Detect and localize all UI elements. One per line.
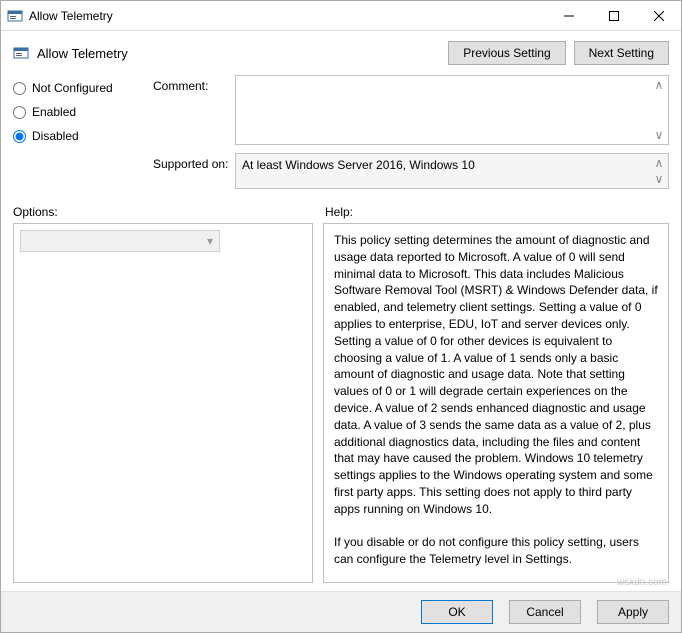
titlebar: Allow Telemetry bbox=[1, 1, 681, 31]
window-title: Allow Telemetry bbox=[29, 9, 546, 23]
app-icon bbox=[7, 8, 23, 24]
help-text: This policy setting determines the amoun… bbox=[334, 232, 658, 568]
state-radios: Not Configured Enabled Disabled bbox=[13, 75, 153, 197]
comment-textarea[interactable]: ∧∨ bbox=[235, 75, 669, 145]
radio-disabled-label: Disabled bbox=[32, 129, 79, 143]
fields: Comment: ∧∨ Supported on: At least Windo… bbox=[153, 75, 669, 197]
minimize-button[interactable] bbox=[546, 1, 591, 30]
apply-button[interactable]: Apply bbox=[597, 600, 669, 624]
watermark: wsxdn.com bbox=[617, 577, 667, 588]
supported-on-box: At least Windows Server 2016, Windows 10… bbox=[235, 153, 669, 189]
ok-button[interactable]: OK bbox=[421, 600, 493, 624]
options-panel: ▾ bbox=[13, 223, 313, 583]
help-label: Help: bbox=[313, 205, 669, 219]
policy-title: Allow Telemetry bbox=[37, 46, 440, 61]
options-label: Options: bbox=[13, 205, 313, 219]
scroll-icon: ∧∨ bbox=[652, 156, 666, 186]
options-dropdown[interactable]: ▾ bbox=[20, 230, 220, 252]
maximize-button[interactable] bbox=[591, 1, 636, 30]
policy-icon bbox=[13, 45, 29, 61]
radio-not-configured-input[interactable] bbox=[13, 82, 26, 95]
cancel-button[interactable]: Cancel bbox=[509, 600, 581, 624]
next-setting-button[interactable]: Next Setting bbox=[574, 41, 669, 65]
close-button[interactable] bbox=[636, 1, 681, 30]
help-panel[interactable]: This policy setting determines the amoun… bbox=[323, 223, 669, 583]
panels-header: Options: Help: bbox=[1, 197, 681, 223]
comment-label: Comment: bbox=[153, 75, 235, 145]
footer: OK Cancel Apply bbox=[1, 591, 681, 632]
scroll-icon: ∧∨ bbox=[652, 78, 666, 142]
radio-disabled-input[interactable] bbox=[13, 130, 26, 143]
radio-not-configured[interactable]: Not Configured bbox=[13, 81, 153, 95]
supported-label: Supported on: bbox=[153, 153, 235, 189]
radio-disabled[interactable]: Disabled bbox=[13, 129, 153, 143]
header: Allow Telemetry Previous Setting Next Se… bbox=[1, 31, 681, 75]
panels: ▾ This policy setting determines the amo… bbox=[1, 223, 681, 591]
radio-not-configured-label: Not Configured bbox=[32, 81, 113, 95]
chevron-down-icon: ▾ bbox=[207, 234, 213, 248]
radio-enabled[interactable]: Enabled bbox=[13, 105, 153, 119]
config-area: Not Configured Enabled Disabled Comment:… bbox=[1, 75, 681, 197]
radio-enabled-input[interactable] bbox=[13, 106, 26, 119]
radio-enabled-label: Enabled bbox=[32, 105, 76, 119]
supported-on-value: At least Windows Server 2016, Windows 10 bbox=[242, 158, 475, 172]
previous-setting-button[interactable]: Previous Setting bbox=[448, 41, 565, 65]
